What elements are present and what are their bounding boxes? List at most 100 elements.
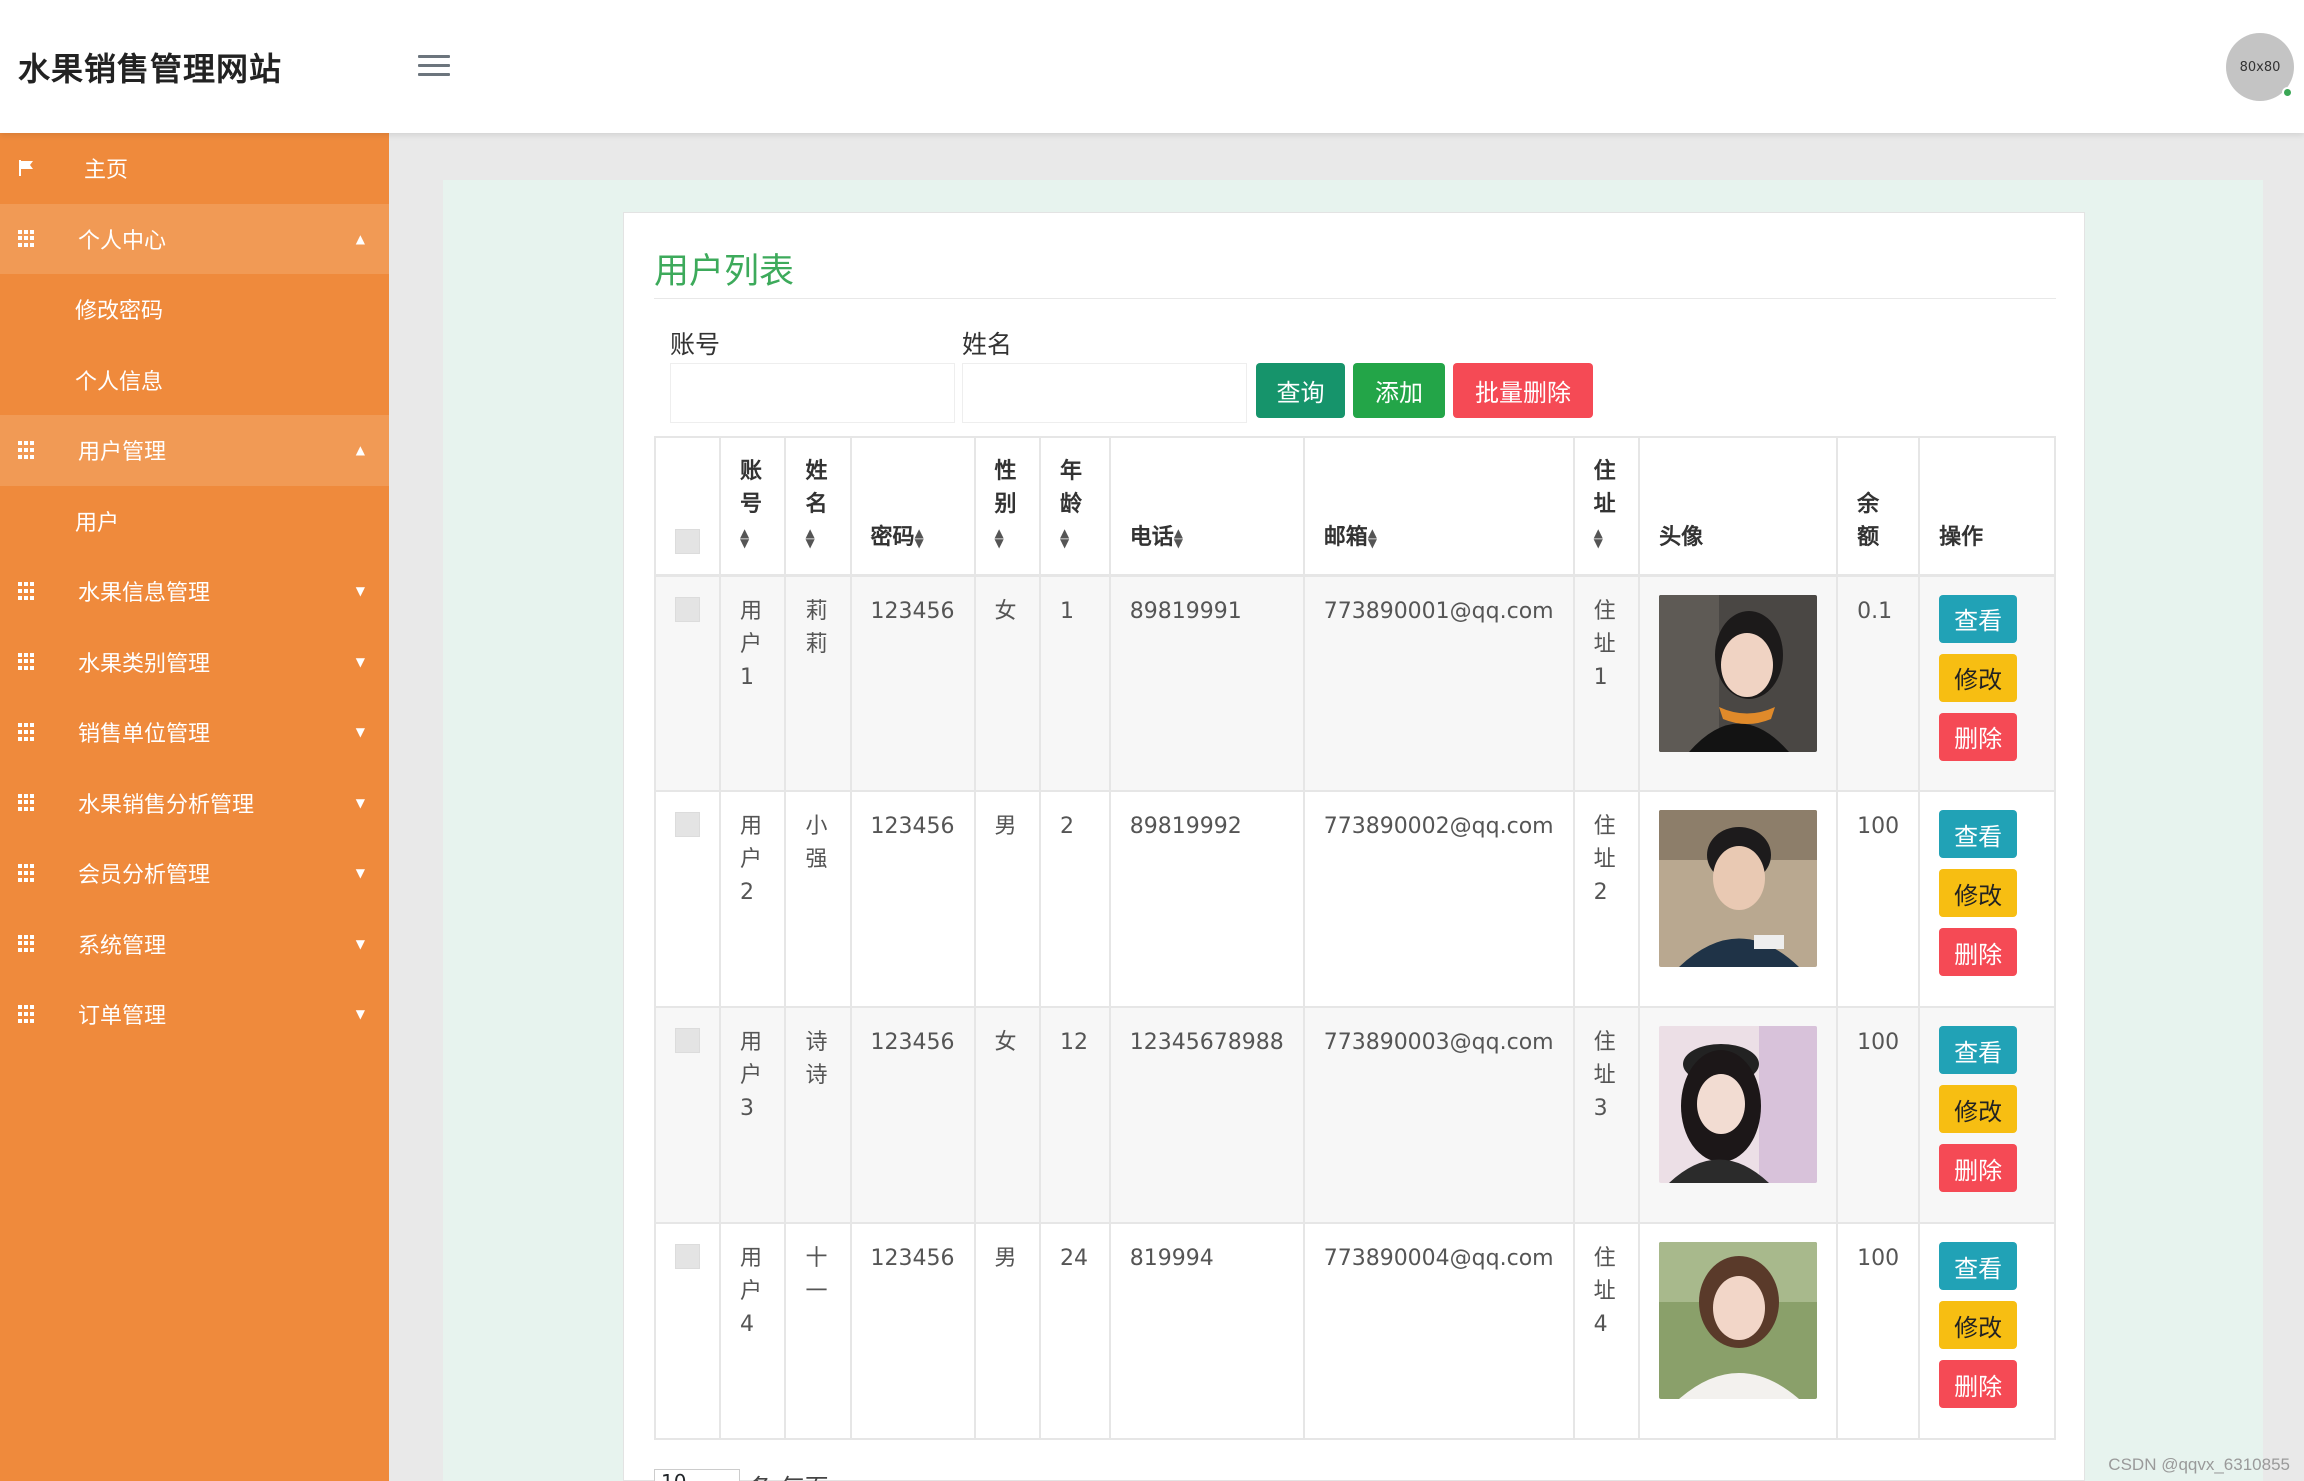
- column-header-balance[interactable]: 余额: [1836, 436, 1921, 577]
- sort-icon: ▲ ▼: [1367, 525, 1377, 550]
- delete-button[interactable]: 删除: [1939, 1360, 2018, 1408]
- avatar-photo: [1659, 594, 1818, 752]
- watermark-text: CSDN @qqvx_6310855: [2108, 1455, 2290, 1474]
- user-avatar[interactable]: 80x80: [2226, 33, 2294, 101]
- sidebar-item-label: 水果销售分析管理: [78, 792, 255, 818]
- sidebar-item-label: 个人中心: [78, 228, 167, 254]
- sort-icon: ▲ ▼: [1173, 525, 1183, 550]
- sidebar-item-home[interactable]: 主页: [0, 133, 389, 204]
- sidebar-item-label: 销售单位管理: [78, 722, 211, 748]
- grid-icon: [18, 582, 36, 600]
- sidebar-item-user-management[interactable]: 用户管理 ▲: [0, 415, 389, 486]
- site-title: 水果销售管理网站: [18, 50, 283, 88]
- edit-button[interactable]: 修改: [1939, 869, 2018, 917]
- user-table: 账号 ▲ ▼ 姓名 ▲ ▼ 密码▲ ▼ 性别 ▲ ▼ 年龄 ▲ ▼ 电话▲ ▼ 邮箱▲ ▼ 住址 ▲ ▼ …: [654, 436, 2056, 1440]
- table-row: 用户4 十一 123456 男 24 819994 773890004@qq.c…: [654, 1222, 2056, 1440]
- delete-button[interactable]: 删除: [1939, 928, 2018, 976]
- delete-button[interactable]: 删除: [1939, 1144, 2018, 1192]
- view-button[interactable]: 查看: [1939, 594, 2018, 643]
- column-header-account[interactable]: 账号 ▲ ▼: [718, 436, 787, 577]
- sidebar-item-label: 系统管理: [78, 933, 167, 959]
- caret-down-icon: ▼: [355, 584, 365, 599]
- grid-icon: [18, 229, 36, 248]
- sidebar-item-fruit-info[interactable]: 水果信息管理 ▼: [0, 556, 389, 627]
- caret-down-icon: ▼: [355, 725, 365, 740]
- column-header-password[interactable]: 密码▲ ▼: [849, 436, 976, 577]
- caret-up-icon: ▲: [355, 231, 365, 246]
- column-header-name[interactable]: 姓名 ▲ ▼: [784, 436, 852, 577]
- view-button[interactable]: 查看: [1939, 1242, 2018, 1290]
- grid-icon: [18, 934, 36, 953]
- batch-delete-button[interactable]: 批量删除: [1453, 363, 1593, 418]
- avatar-placeholder-text: 80x80: [2239, 59, 2281, 75]
- sort-icon: ▲ ▼: [994, 525, 1004, 550]
- sidebar-item-fruit-category[interactable]: 水果类别管理 ▼: [0, 627, 389, 698]
- row-checkbox[interactable]: [675, 1244, 700, 1269]
- sort-icon: ▲ ▼: [914, 525, 924, 550]
- menu-toggle-icon[interactable]: [418, 55, 450, 79]
- view-button[interactable]: 查看: [1939, 1026, 2018, 1074]
- caret-up-icon: ▲: [355, 443, 365, 458]
- delete-button[interactable]: 删除: [1939, 712, 2018, 761]
- sidebar-item-label: 订单管理: [78, 1004, 167, 1030]
- sidebar-item-system[interactable]: 系统管理 ▼: [0, 909, 389, 980]
- sidebar-item-label: 用户管理: [78, 440, 167, 466]
- edit-button[interactable]: 修改: [1939, 653, 2018, 702]
- row-checkbox[interactable]: [675, 1028, 700, 1053]
- caret-down-icon: ▼: [355, 795, 365, 810]
- per-page-label: 条 每页: [749, 1468, 829, 1481]
- sidebar-item-orders[interactable]: 订单管理 ▼: [0, 979, 389, 1050]
- table-row: 用户3 诗诗 123456 女 12 12345678988 773890003…: [654, 1006, 2056, 1224]
- add-button[interactable]: 添加: [1353, 363, 1445, 418]
- per-page-select[interactable]: 10: [654, 1469, 740, 1481]
- table-row: 用户2 小强 123456 男 2 89819992 773890002@qq.…: [654, 790, 2056, 1008]
- sidebar: 主页 个人中心 ▲ 修改密码 个人信息 用户管理 ▲ 用户 水果信息管理 ▼ 水…: [0, 133, 389, 1481]
- avatar-photo: [1659, 1242, 1818, 1399]
- table-row: 用户1 莉莉 123456 女 1 89819991 773890001@qq.…: [654, 574, 2056, 792]
- column-header-avatar: 头像: [1638, 436, 1839, 577]
- column-header-gender[interactable]: 性别 ▲ ▼: [973, 436, 1042, 577]
- caret-down-icon: ▼: [355, 936, 365, 951]
- sort-icon: ▲ ▼: [1060, 525, 1070, 550]
- grid-icon: [18, 793, 36, 812]
- sidebar-item-label: 水果类别管理: [78, 651, 211, 677]
- account-filter-input[interactable]: [670, 363, 955, 423]
- divider: [654, 298, 2056, 299]
- edit-button[interactable]: 修改: [1939, 1301, 2018, 1349]
- flag-icon: [19, 160, 33, 177]
- sidebar-item-member-analysis[interactable]: 会员分析管理 ▼: [0, 838, 389, 909]
- caret-down-icon: ▼: [355, 654, 365, 669]
- page-title: 用户列表: [654, 252, 795, 292]
- sidebar-item-label: 主页: [84, 158, 129, 184]
- caret-down-icon: ▼: [355, 866, 365, 881]
- view-button[interactable]: 查看: [1939, 810, 2018, 858]
- column-header-action: 操作: [1918, 436, 2056, 577]
- sidebar-item-label: 水果信息管理: [78, 581, 211, 607]
- sort-icon: ▲ ▼: [1593, 525, 1603, 550]
- avatar-photo: [1659, 810, 1818, 967]
- top-header: 水果销售管理网站 80x80: [0, 0, 2304, 133]
- name-filter-input[interactable]: [962, 363, 1247, 423]
- sort-icon: ▲ ▼: [740, 525, 750, 550]
- sidebar-item-label: 会员分析管理: [78, 863, 211, 889]
- sidebar-item-sales-analysis[interactable]: 水果销售分析管理 ▼: [0, 768, 389, 839]
- grid-icon: [18, 1005, 36, 1023]
- column-header-email[interactable]: 邮箱▲ ▼: [1302, 436, 1575, 577]
- sidebar-subitem-change-password[interactable]: 修改密码: [0, 274, 389, 345]
- edit-button[interactable]: 修改: [1939, 1085, 2018, 1133]
- grid-icon: [18, 723, 36, 741]
- row-checkbox[interactable]: [675, 596, 700, 622]
- sidebar-item-sales-unit[interactable]: 销售单位管理 ▼: [0, 697, 389, 768]
- sort-icon: ▲ ▼: [805, 525, 815, 550]
- sidebar-item-personal[interactable]: 个人中心 ▲: [0, 203, 389, 274]
- column-header-address[interactable]: 住址 ▲ ▼: [1572, 436, 1641, 577]
- select-all-checkbox[interactable]: [675, 528, 700, 554]
- caret-down-icon: ▼: [355, 1007, 365, 1022]
- sidebar-subitem-user[interactable]: 用户: [0, 485, 389, 556]
- column-header-phone[interactable]: 电话▲ ▼: [1108, 436, 1305, 577]
- row-checkbox[interactable]: [675, 812, 700, 837]
- query-button[interactable]: 查询: [1256, 363, 1345, 418]
- sidebar-subitem-personal-info[interactable]: 个人信息: [0, 344, 389, 415]
- column-header-age[interactable]: 年龄 ▲ ▼: [1039, 436, 1111, 577]
- account-filter-label: 账号: [670, 330, 721, 359]
